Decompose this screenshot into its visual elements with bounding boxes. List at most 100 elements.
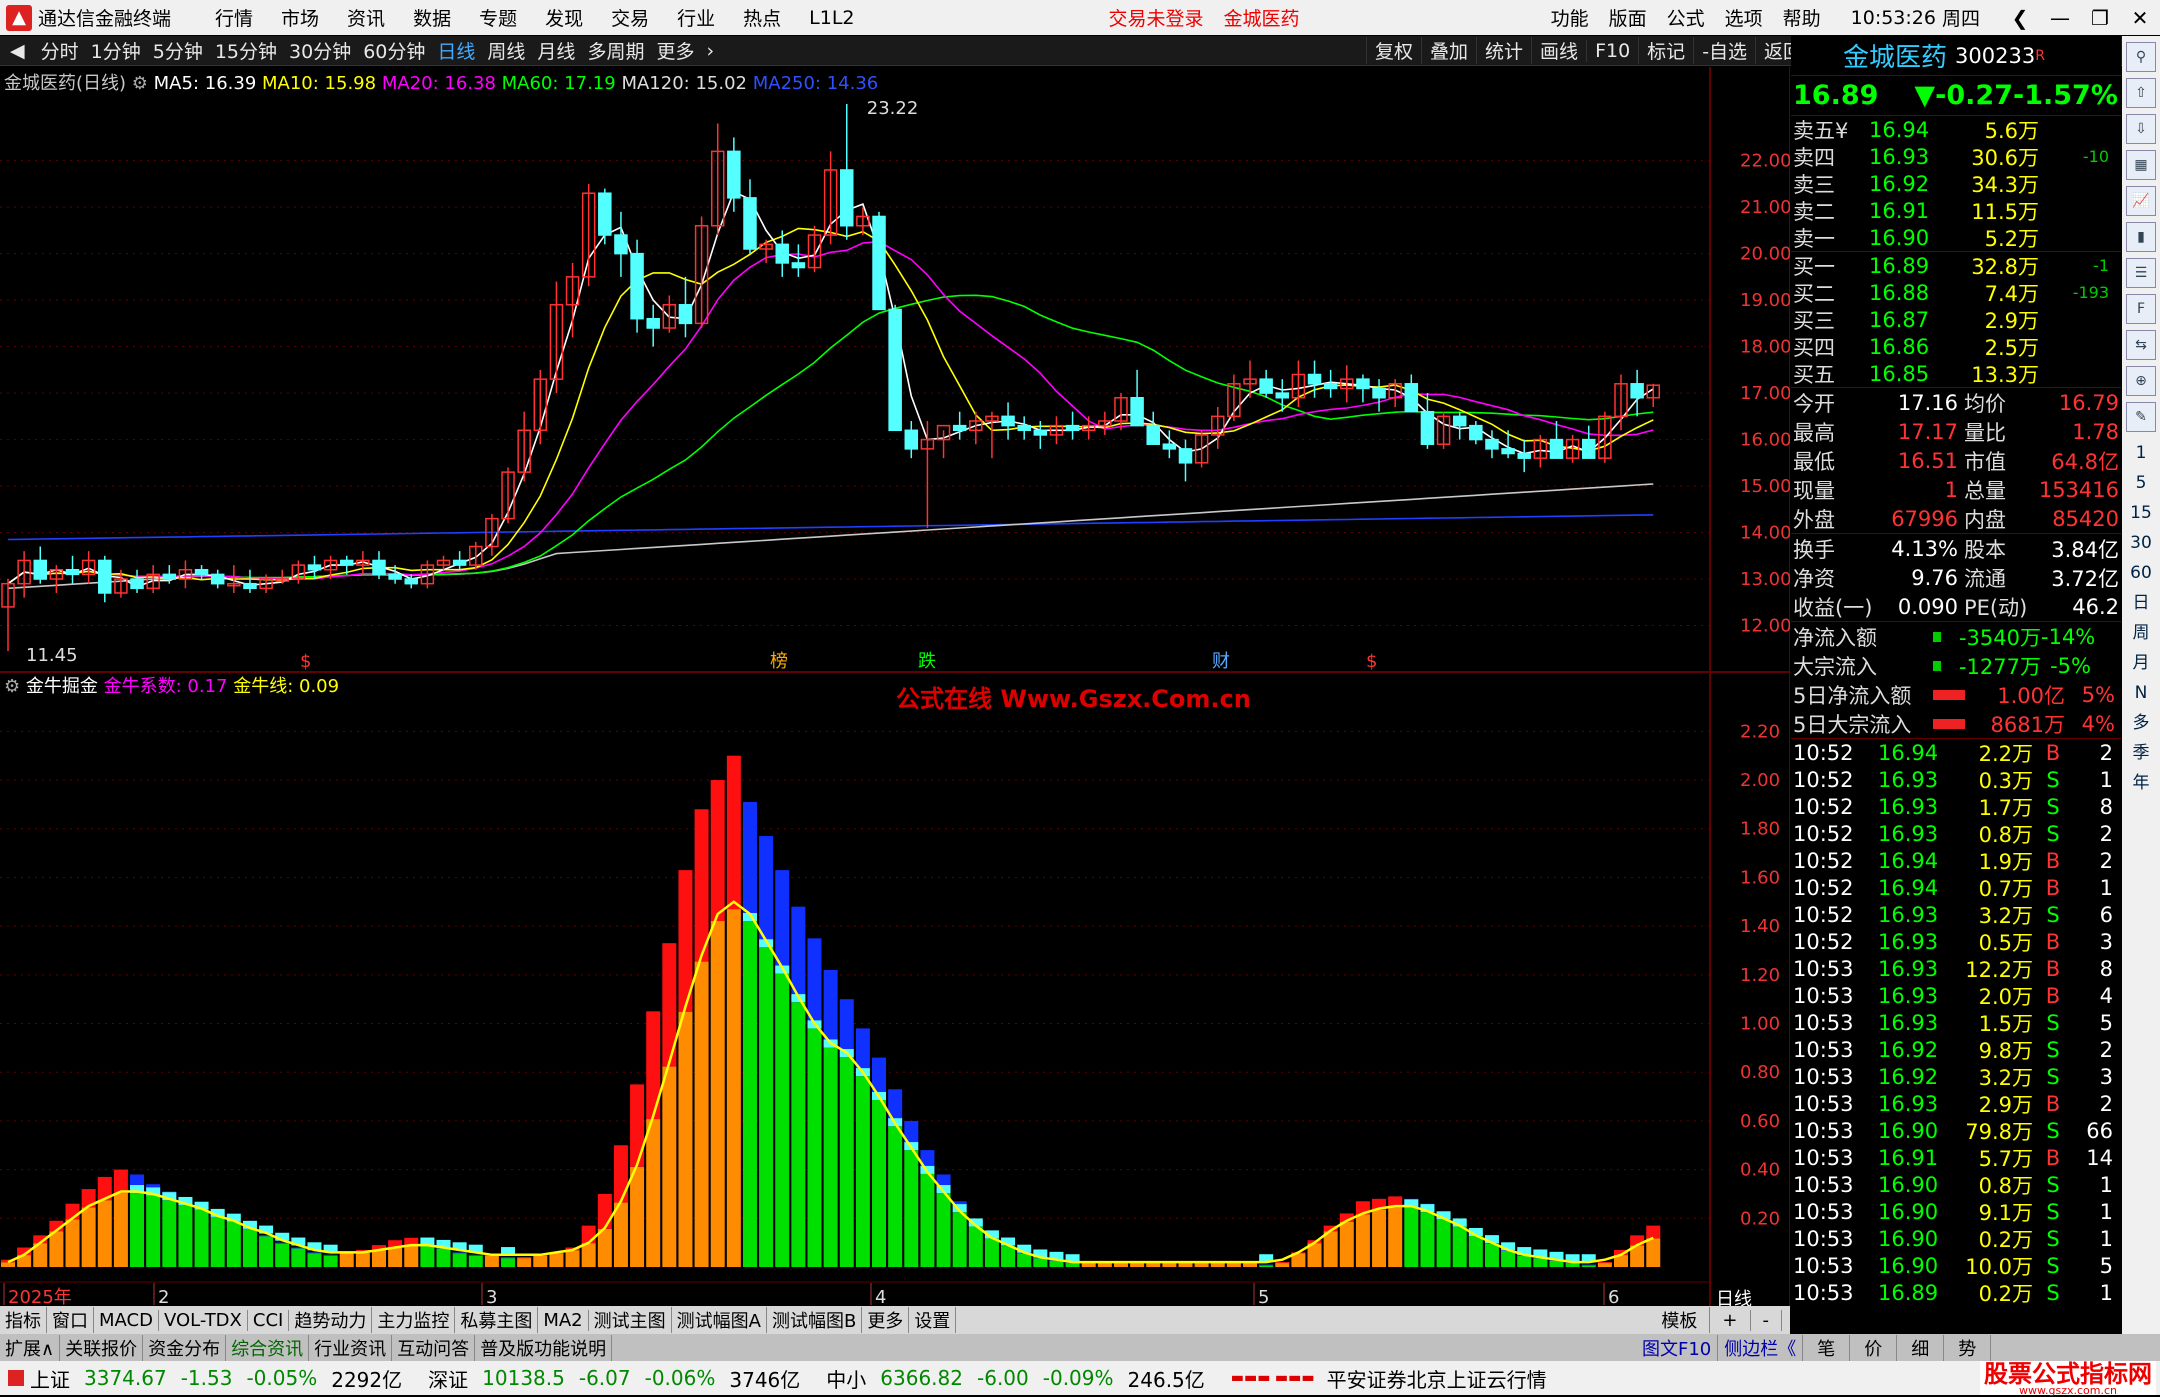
period-tab[interactable]: 5分钟	[147, 37, 209, 64]
menu-item[interactable]: 专题	[479, 4, 517, 31]
right-menu-item[interactable]: 帮助	[1783, 4, 1821, 31]
event-marker[interactable]: 榜	[770, 651, 788, 672]
indicator-tab[interactable]: 测试主图	[589, 1307, 672, 1333]
grid-icon[interactable]: ▦	[2126, 150, 2156, 180]
side-period-label[interactable]: 1	[2122, 438, 2160, 468]
chart-tool-button[interactable]: 复权	[1366, 37, 1421, 64]
restore-icon[interactable]: ❐	[2080, 6, 2120, 30]
pin-icon[interactable]: ⚲	[2126, 42, 2156, 72]
close-icon[interactable]: ✕	[2120, 6, 2160, 30]
back-icon[interactable]: ❮	[2000, 6, 2040, 30]
extension-tab[interactable]: 关联报价	[60, 1334, 144, 1361]
indicator-right-button[interactable]: 模板	[1649, 1307, 1711, 1333]
indicator-right-button[interactable]: +	[1710, 1309, 1751, 1331]
chart-tool-button[interactable]: 画线	[1531, 37, 1586, 64]
extension-tab[interactable]: 行业资讯	[309, 1334, 393, 1361]
indicator-tab[interactable]: CCI	[248, 1309, 290, 1331]
chart-tool-button[interactable]: 统计	[1476, 37, 1531, 64]
zoom-icon[interactable]: ⊕	[2126, 366, 2156, 396]
side-period-label[interactable]: 周	[2122, 618, 2160, 648]
side-period-label[interactable]: 15	[2122, 498, 2160, 528]
event-marker[interactable]: 财	[1212, 651, 1230, 672]
menu-item[interactable]: 交易	[611, 4, 649, 31]
indicator-tab[interactable]: 趋势动力	[289, 1307, 373, 1333]
indicator-tab[interactable]: 主力监控	[372, 1307, 456, 1333]
indicator-right-button[interactable]: -	[1751, 1309, 1782, 1331]
extension-tab[interactable]: 综合资讯	[226, 1334, 310, 1361]
menu-item[interactable]: 热点	[743, 4, 781, 31]
right-menu-item[interactable]: 选项	[1725, 4, 1763, 31]
indicator-tab[interactable]: 私募主图	[455, 1307, 539, 1333]
right-menu-item[interactable]: 功能	[1551, 4, 1589, 31]
indicator-tab[interactable]: VOL-TDX	[159, 1309, 248, 1331]
zx-name[interactable]: 中小	[826, 1364, 866, 1393]
settings-icon[interactable]: ⚙	[4, 676, 20, 697]
indicator-tab[interactable]: MACD	[94, 1309, 159, 1331]
server-name[interactable]: 平安证券北京上证云行情	[1327, 1364, 1547, 1393]
menu-item[interactable]: L1L2	[809, 7, 854, 29]
side-period-label[interactable]: 年	[2122, 768, 2160, 798]
period-tab[interactable]: 周线	[481, 37, 531, 64]
settings-icon[interactable]: ⚙	[132, 73, 148, 94]
side-period-label[interactable]: 5	[2122, 468, 2160, 498]
indicator-tab[interactable]: MA2	[538, 1309, 589, 1331]
menu-item[interactable]: 数据	[413, 4, 451, 31]
extension-right-tab[interactable]: 图文F10	[1636, 1334, 1719, 1361]
indicator-tab[interactable]: 窗口	[47, 1307, 94, 1333]
extension-right-tab[interactable]: 细	[1897, 1334, 1945, 1361]
extension-tab[interactable]: 资金分布	[143, 1334, 227, 1361]
period-tab[interactable]: 30分钟	[283, 37, 357, 64]
menu-item[interactable]: 市场	[281, 4, 319, 31]
login-status[interactable]: 交易未登录	[1109, 4, 1204, 31]
extension-right-tab[interactable]: 侧边栏《	[1718, 1334, 1804, 1361]
chart-tool-button[interactable]: 标记	[1638, 37, 1693, 64]
extension-right-tab[interactable]: 势	[1944, 1334, 1992, 1361]
side-period-label[interactable]: 多	[2122, 708, 2160, 738]
indicator-tab[interactable]: 更多	[862, 1307, 910, 1333]
period-tab[interactable]: 更多	[650, 37, 700, 64]
sz-name[interactable]: 深证	[428, 1364, 468, 1393]
candle-icon[interactable]: ▮	[2126, 222, 2156, 252]
compare-icon[interactable]: ⇆	[2126, 330, 2156, 360]
side-period-label[interactable]: N	[2122, 678, 2160, 708]
extension-right-tab[interactable]: 笔	[1803, 1334, 1851, 1361]
menu-item[interactable]: 行业	[677, 4, 715, 31]
chart-tool-button[interactable]: F10	[1586, 39, 1638, 62]
extension-tab[interactable]: 互动问答	[392, 1334, 476, 1361]
chart-tool-button[interactable]: -自选	[1693, 37, 1755, 64]
period-tab[interactable]: 日线	[431, 37, 481, 64]
period-tab[interactable]: 1分钟	[85, 37, 147, 64]
sh-name[interactable]: 上证	[30, 1364, 70, 1393]
extension-tab[interactable]: 普及版功能说明	[475, 1334, 613, 1361]
period-tab[interactable]: 月线	[531, 37, 581, 64]
menu-item[interactable]: 行情	[215, 4, 253, 31]
minimize-icon[interactable]: —	[2040, 6, 2080, 30]
f10-icon[interactable]: F	[2126, 294, 2156, 324]
period-tab[interactable]: 60分钟	[357, 37, 431, 64]
menu-item[interactable]: 发现	[545, 4, 583, 31]
extension-tab[interactable]: 扩展∧	[0, 1334, 61, 1361]
event-marker[interactable]: $	[300, 651, 311, 672]
event-marker[interactable]: 跌	[918, 651, 936, 672]
side-period-label[interactable]: 日	[2122, 588, 2160, 618]
right-menu-item[interactable]: 公式	[1667, 4, 1705, 31]
list-icon[interactable]: ☰	[2126, 258, 2156, 288]
period-tab[interactable]: 多周期	[581, 37, 650, 64]
side-period-label[interactable]: 月	[2122, 648, 2160, 678]
collapse-icon[interactable]: ◀	[0, 40, 35, 62]
extension-right-tab[interactable]: 价	[1850, 1334, 1898, 1361]
draw-icon[interactable]: ✎	[2126, 402, 2156, 432]
period-tab[interactable]: 15分钟	[209, 37, 283, 64]
side-period-label[interactable]: 60	[2122, 558, 2160, 588]
indicator-tab[interactable]: 测试幅图B	[767, 1307, 863, 1333]
arrow-down-icon[interactable]: ⇩	[2126, 114, 2156, 144]
side-period-label[interactable]: 30	[2122, 528, 2160, 558]
tick-list[interactable]: 10:52 16.94 2.2万 B 2 10:52 16.93 0.3万 S 1 10:52 16.…	[1791, 739, 2121, 1306]
period-tab[interactable]: 分时	[35, 37, 85, 64]
indicator-tab[interactable]: 指标	[0, 1307, 47, 1333]
line-chart-icon[interactable]: 📈	[2126, 186, 2156, 216]
arrow-up-icon[interactable]: ⇧	[2126, 78, 2156, 108]
right-menu-item[interactable]: 版面	[1609, 4, 1647, 31]
side-period-label[interactable]: 季	[2122, 738, 2160, 768]
menu-item[interactable]: 资讯	[347, 4, 385, 31]
